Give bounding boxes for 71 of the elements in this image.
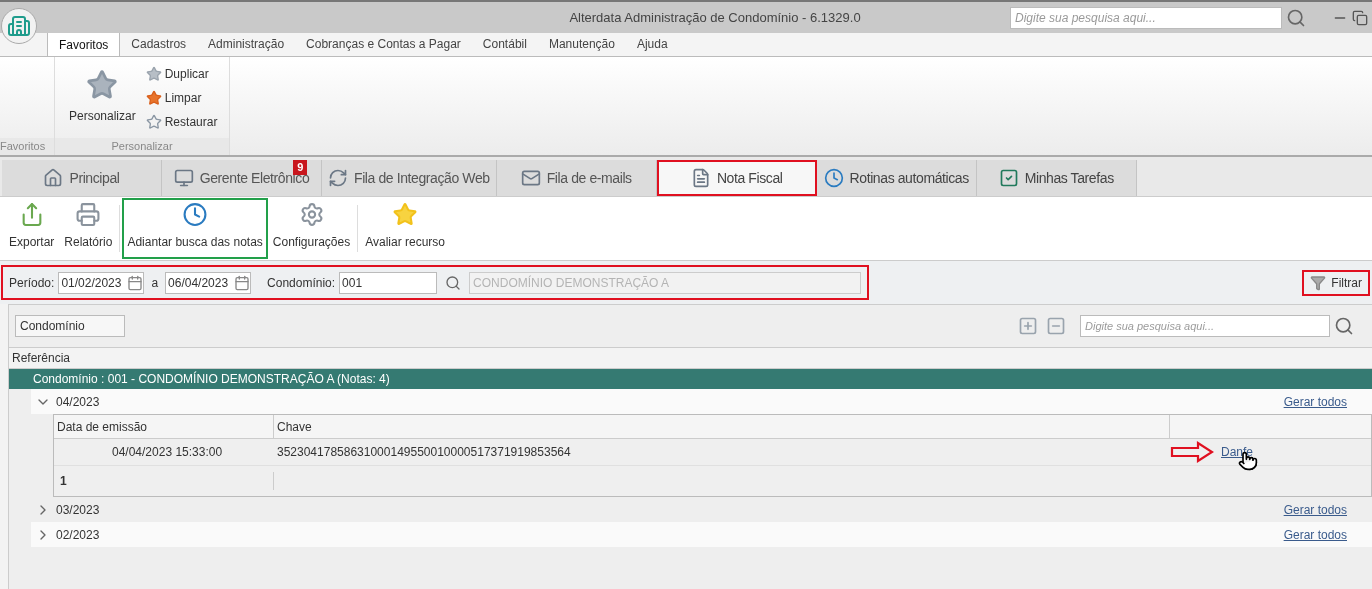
- month-label: 02/2023: [56, 526, 101, 544]
- column-header[interactable]: Data de emissão: [54, 415, 274, 438]
- personalize-button[interactable]: Personalizar: [69, 65, 136, 125]
- menu-tab[interactable]: Contábil: [471, 32, 538, 56]
- clock-icon: [823, 168, 844, 188]
- column-header[interactable]: Chave: [274, 415, 1170, 438]
- field-label: Período:: [9, 274, 55, 292]
- search-field[interactable]: Digite sua pesquisa aqui...: [1010, 6, 1282, 29]
- collapse-all-icon[interactable]: [1046, 316, 1066, 336]
- field-label: Condomínio:: [267, 274, 336, 292]
- name-field: CONDOMÍNIO DEMONSTRAÇÃO A: [469, 271, 861, 294]
- generate-all-link[interactable]: Gerar todos: [1283, 392, 1347, 411]
- envelope-icon: [520, 168, 541, 188]
- window-title: Alterdata Administração de Condomínio - 6.1329.0: [569, 8, 861, 27]
- restore-icon[interactable]: [1352, 9, 1368, 26]
- menu-tab[interactable]: Administração: [197, 32, 296, 56]
- toolbar-button[interactable]: Adiantar busca das notas: [122, 198, 268, 259]
- month-label: 04/2023: [56, 393, 101, 411]
- expand-all-icon[interactable]: [1018, 316, 1038, 336]
- generate-all-link[interactable]: Gerar todos: [1283, 500, 1347, 519]
- app-logo[interactable]: [1, 8, 37, 44]
- menu-tab[interactable]: Manutenção: [537, 32, 626, 56]
- star-icon: [145, 90, 162, 106]
- ribbon-button[interactable]: Limpar: [164, 89, 202, 107]
- table-cell-text: 04/04/2023 15:33:00: [111, 444, 224, 461]
- code-field[interactable]: 001: [339, 271, 438, 294]
- menu-tab[interactable]: Cadastros: [120, 32, 198, 56]
- star-icon: [145, 66, 162, 82]
- toolbar-button[interactable]: Avaliar recurso: [360, 198, 450, 259]
- star-icon: [86, 69, 119, 101]
- monitor-icon: [173, 168, 194, 188]
- month-label: 03/2023: [56, 501, 101, 519]
- ribbon-button[interactable]: Restaurar: [164, 113, 218, 131]
- document-tab[interactable]: Gerente Eletrônico 9: [162, 160, 322, 196]
- star-icon: [145, 114, 162, 130]
- notification-badge: 9: [293, 160, 307, 175]
- date-field[interactable]: 01/02/2023: [58, 271, 145, 294]
- menu-tab[interactable]: Ajuda: [625, 32, 679, 56]
- date-field[interactable]: 06/04/2023: [165, 271, 252, 294]
- range-separator: a: [151, 274, 159, 292]
- group-label: Favoritos: [0, 138, 54, 155]
- menu-tab[interactable]: Favoritos: [47, 32, 121, 56]
- sync-icon: [328, 168, 348, 188]
- document-tab[interactable]: Principal: [2, 160, 162, 196]
- document-tab[interactable]: Minhas Tarefas: [976, 160, 1137, 196]
- search-field[interactable]: Digite sua pesquisa aqui...: [1080, 315, 1330, 337]
- toolbar-button[interactable]: Relatório: [59, 198, 118, 259]
- checkbox-icon: [998, 168, 1019, 188]
- search-icon[interactable]: [1286, 7, 1306, 28]
- table-cell-text: 35230417858631000149550010000517371919853564: [276, 444, 572, 461]
- group-label: Personalizar: [55, 138, 229, 155]
- house-icon: [43, 168, 64, 188]
- calendar-icon[interactable]: [127, 274, 144, 291]
- document-tab[interactable]: Fila de Integração Web: [322, 160, 497, 196]
- toolbar-button[interactable]: Configurações: [267, 198, 356, 259]
- filter-button[interactable]: Filtrar: [1302, 269, 1370, 296]
- search-icon[interactable]: [445, 274, 462, 291]
- arrow-icon: [1170, 441, 1214, 463]
- group-chip[interactable]: Condomínio: [15, 315, 125, 337]
- document-tab[interactable]: Rotinas automáticas: [816, 160, 977, 196]
- group-row[interactable]: Condomínio : 001 - CONDOMÍNIO DEMONSTRAÇÃO A (Notas: 4): [9, 369, 1372, 389]
- calendar-icon[interactable]: [234, 274, 251, 291]
- generate-all-link[interactable]: Gerar todos: [1283, 525, 1347, 544]
- menu-tab[interactable]: Cobranças e Contas a Pagar: [295, 32, 472, 56]
- ribbon-button[interactable]: Duplicar: [164, 65, 209, 83]
- row-count: 1: [54, 472, 274, 490]
- document-tab[interactable]: Fila de e-mails: [496, 160, 657, 196]
- filter-icon: [1310, 274, 1327, 291]
- document-tab[interactable]: Nota Fiscal: [656, 160, 817, 196]
- toolbar-button[interactable]: Exportar: [4, 198, 60, 259]
- search-icon[interactable]: [1334, 316, 1354, 336]
